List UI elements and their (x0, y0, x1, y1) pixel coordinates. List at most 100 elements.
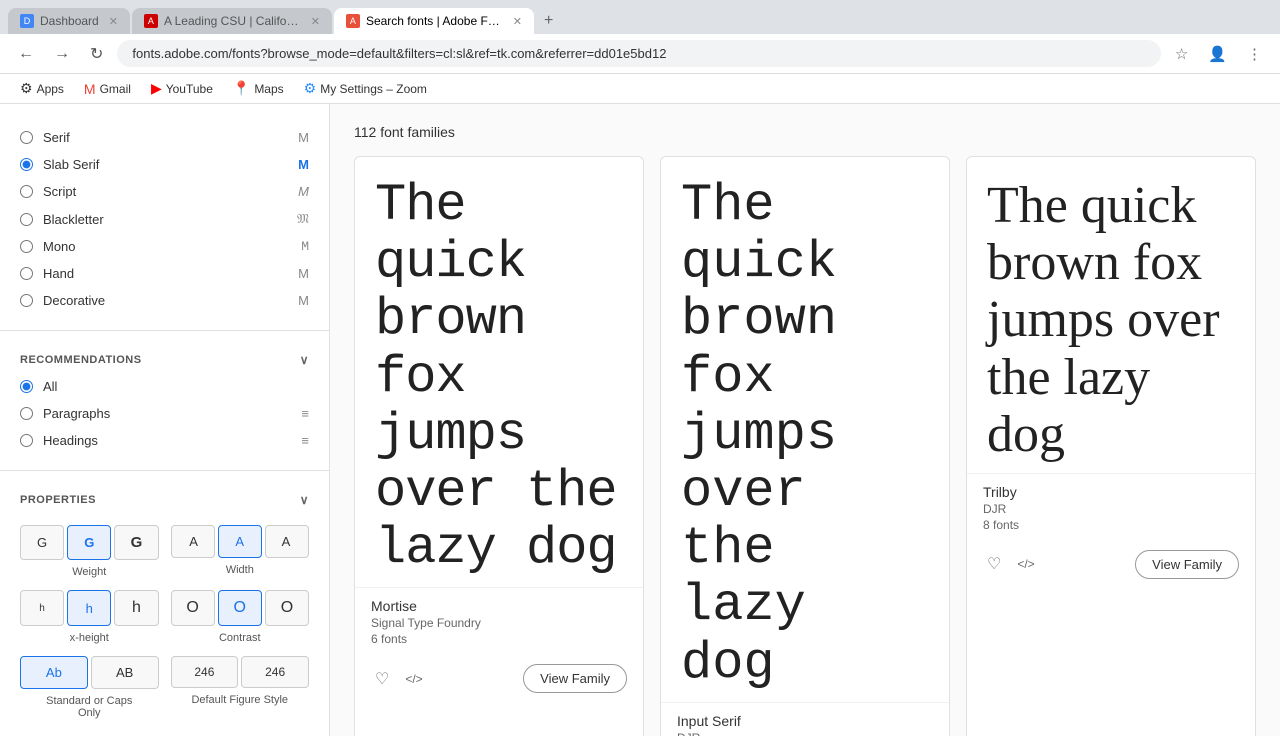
font-preview-input-serif: The quick brown fox jumps over the lazy … (661, 157, 949, 702)
filter-serif-label: Serif (43, 130, 298, 145)
font-name-input-serif: Input Serif (677, 713, 933, 729)
filter-decorative[interactable]: Decorative M (0, 287, 329, 314)
xheight-low-button[interactable]: h (20, 590, 64, 626)
tab-adobe-fonts[interactable]: A Search fonts | Adobe Fonts ✕ (334, 8, 534, 34)
radio-mono[interactable] (20, 240, 33, 253)
rec-all[interactable]: All (0, 373, 329, 400)
bookmark-apps-label: Apps (37, 82, 64, 96)
profile-button[interactable]: 👤 (1202, 41, 1233, 67)
filter-hand[interactable]: Hand M (0, 260, 329, 287)
address-bar[interactable] (117, 40, 1160, 67)
apps-icon: ⚙ (20, 80, 33, 97)
bookmark-zoom[interactable]: ⚙ My Settings – Zoom (296, 78, 435, 99)
radio-blackletter[interactable] (20, 213, 33, 226)
bookmark-gmail[interactable]: M Gmail (76, 79, 139, 99)
font-card-input-serif[interactable]: The quick brown fox jumps over the lazy … (660, 156, 950, 736)
embed-trilby-button[interactable]: </> (1013, 553, 1038, 575)
figure-lining-button[interactable]: 246 (171, 656, 239, 688)
tab-close-dashboard[interactable]: ✕ (109, 15, 118, 28)
figure-group: 246 246 Default Figure Style (171, 656, 310, 719)
font-foundry-mortise: Signal Type Foundry (371, 616, 627, 630)
rec-paragraphs[interactable]: Paragraphs ≡ (0, 400, 329, 427)
bookmark-youtube-label: YouTube (166, 82, 213, 96)
radio-slab-serif[interactable] (20, 158, 33, 171)
forward-button[interactable]: → (48, 43, 76, 65)
weight-bold-button[interactable]: G (114, 525, 158, 560)
contrast-low-button[interactable]: O (171, 590, 215, 626)
font-type-section: Serif M Slab Serif M Script M Blacklette… (0, 116, 329, 322)
xheight-high-button[interactable]: h (114, 590, 158, 626)
tab-favicon-adobe: A (346, 14, 360, 28)
properties-header[interactable]: PROPERTIES ∨ (0, 487, 329, 513)
radio-hand[interactable] (20, 267, 33, 280)
view-family-trilby-button[interactable]: View Family (1135, 550, 1239, 579)
serif-type-icon: M (298, 130, 309, 145)
tab-close-adobe[interactable]: ✕ (513, 15, 522, 28)
filter-serif[interactable]: Serif M (0, 124, 329, 151)
filter-blackletter[interactable]: Blackletter 𝔐 (0, 205, 329, 233)
zoom-icon: ⚙ (304, 80, 317, 97)
filter-mono[interactable]: Mono M (0, 233, 329, 260)
new-tab-button[interactable]: + (536, 8, 561, 34)
caps-standard-button[interactable]: Ab (20, 656, 88, 689)
tab-favicon-dashboard: D (20, 14, 34, 28)
tab-close-csu[interactable]: ✕ (311, 15, 320, 28)
like-mortise-button[interactable]: ♡ (371, 665, 393, 693)
weight-light-button[interactable]: G (20, 525, 64, 560)
font-card-trilby[interactable]: The quick brown fox jumps over the lazy … (966, 156, 1256, 736)
caps-group: Ab AB Standard or Caps Only (20, 656, 159, 719)
tab-label-adobe: Search fonts | Adobe Fonts (366, 14, 503, 28)
xheight-label: x-height (20, 632, 159, 644)
reload-button[interactable]: ↻ (84, 42, 109, 66)
like-trilby-button[interactable]: ♡ (983, 550, 1005, 578)
contrast-mid-button[interactable]: O (218, 590, 262, 626)
filter-slab-serif[interactable]: Slab Serif M (0, 151, 329, 178)
hand-type-icon: M (298, 266, 309, 281)
paragraphs-icon: ≡ (301, 406, 309, 421)
font-name-mortise: Mortise (371, 598, 627, 614)
menu-button[interactable]: ⋮ (1241, 41, 1268, 67)
recommendations-header[interactable]: RECOMMENDATIONS ∨ (0, 347, 329, 373)
bookmark-youtube[interactable]: ▶ YouTube (143, 78, 221, 99)
width-normal-button[interactable]: A (218, 525, 262, 558)
tab-csu[interactable]: A A Leading CSU | California Sta... ✕ (132, 8, 332, 34)
tab-dashboard[interactable]: D Dashboard ✕ (8, 8, 130, 34)
font-info-trilby: Trilby DJR 8 fonts (967, 473, 1255, 542)
font-preview-trilby: The quick brown fox jumps over the lazy … (967, 157, 1255, 473)
contrast-high-button[interactable]: O (265, 590, 309, 626)
caps-label: Standard or Caps Only (20, 695, 159, 719)
divider-1 (0, 330, 329, 331)
back-button[interactable]: ← (12, 43, 40, 65)
width-wide-button[interactable]: A (265, 525, 309, 558)
xheight-mid-button[interactable]: h (67, 590, 111, 626)
radio-all[interactable] (20, 380, 33, 393)
bookmark-apps[interactable]: ⚙ Apps (12, 78, 72, 99)
font-card-mortise[interactable]: The quick brown fox jumps over the lazy … (354, 156, 644, 736)
view-family-mortise-button[interactable]: View Family (523, 664, 627, 693)
properties-grid: G G G Weight A A A Width (0, 513, 329, 731)
radio-paragraphs[interactable] (20, 407, 33, 420)
figure-label: Default Figure Style (171, 694, 310, 706)
main-content: 112 font families The quick brown fox ju… (330, 104, 1280, 736)
radio-headings[interactable] (20, 434, 33, 447)
rec-headings[interactable]: Headings ≡ (0, 427, 329, 454)
caps-allcaps-button[interactable]: AB (91, 656, 159, 689)
bookmark-button[interactable]: ☆ (1169, 41, 1194, 67)
radio-script[interactable] (20, 185, 33, 198)
bookmark-gmail-label: Gmail (100, 82, 131, 96)
figure-oldstyle-button[interactable]: 246 (241, 656, 309, 688)
bookmark-maps[interactable]: 📍 Maps (225, 78, 292, 99)
properties-label: PROPERTIES (20, 494, 96, 506)
bookmark-zoom-label: My Settings – Zoom (320, 82, 427, 96)
font-foundry-trilby: DJR (983, 502, 1239, 516)
weight-medium-button[interactable]: G (67, 525, 111, 560)
xheight-group: h h h x-height (20, 590, 159, 644)
preview-text-input-serif: The quick brown fox jumps over the lazy … (681, 177, 929, 692)
radio-serif[interactable] (20, 131, 33, 144)
filter-script[interactable]: Script M (0, 178, 329, 205)
radio-decorative[interactable] (20, 294, 33, 307)
embed-mortise-button[interactable]: </> (401, 668, 426, 690)
preview-text-trilby: The quick brown fox jumps over the lazy … (987, 177, 1235, 463)
contrast-buttons: O O O (171, 590, 310, 626)
width-condensed-button[interactable]: A (171, 525, 215, 558)
